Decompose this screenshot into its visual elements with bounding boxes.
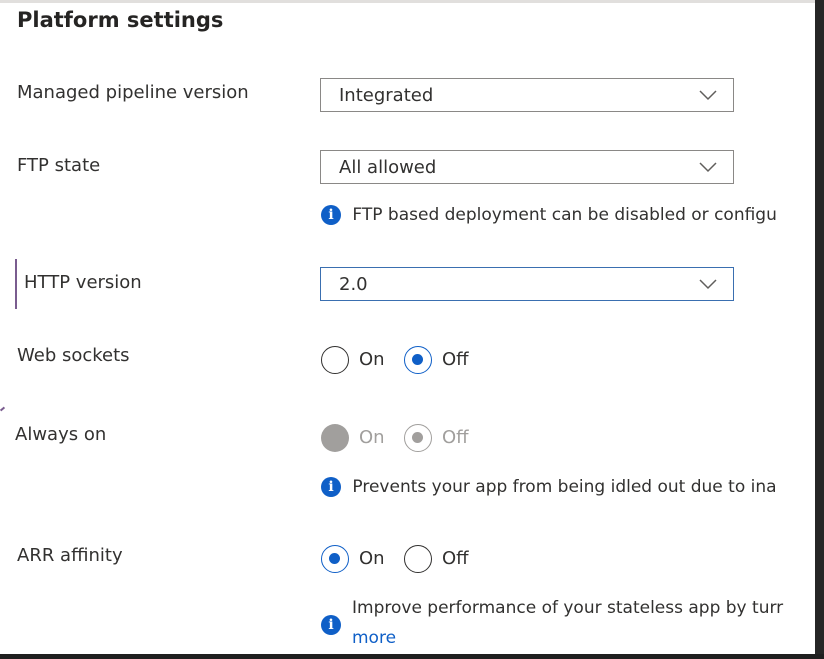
always-on-off-label: Off bbox=[442, 427, 469, 448]
always-on-on-radio bbox=[321, 424, 349, 452]
pipeline-label: Managed pipeline version bbox=[17, 82, 249, 103]
focus-tick bbox=[0, 406, 6, 412]
chevron-down-icon bbox=[699, 162, 717, 173]
info-circle-icon: i bbox=[321, 477, 341, 497]
ftp-label: FTP state bbox=[17, 155, 101, 176]
ftp-value: All allowed bbox=[339, 157, 437, 178]
chevron-down-icon bbox=[699, 279, 717, 290]
pipeline-dropdown[interactable]: Integrated bbox=[320, 78, 734, 112]
top-border bbox=[0, 0, 824, 3]
always-on-off-radio bbox=[404, 424, 432, 452]
bottom-edge bbox=[0, 654, 824, 659]
websockets-on-label: On bbox=[359, 349, 385, 370]
arr-off-label: Off bbox=[442, 548, 469, 569]
arr-off-radio[interactable] bbox=[404, 545, 432, 573]
ftp-info: i FTP based deployment can be disabled o… bbox=[321, 205, 777, 225]
ftp-dropdown[interactable]: All allowed bbox=[320, 150, 734, 184]
ftp-info-text: FTP based deployment can be disabled or … bbox=[352, 205, 777, 225]
always-on-on-label: On bbox=[359, 427, 385, 448]
websockets-on-radio[interactable] bbox=[321, 346, 349, 374]
focus-indicator bbox=[15, 259, 17, 309]
always-on-label: Always on bbox=[15, 424, 107, 445]
http-value: 2.0 bbox=[339, 274, 368, 295]
right-edge bbox=[815, 0, 824, 659]
info-circle-icon: i bbox=[321, 205, 341, 225]
always-on-info-text: Prevents your app from being idled out d… bbox=[352, 477, 777, 497]
arr-info-icon-wrap: i bbox=[321, 614, 341, 635]
arr-on-label: On bbox=[359, 548, 385, 569]
page-title: Platform settings bbox=[17, 8, 224, 32]
learn-more-link[interactable]: more bbox=[352, 628, 396, 648]
arr-info-text: Improve performance of your stateless ap… bbox=[352, 598, 784, 618]
websockets-label: Web sockets bbox=[17, 345, 130, 366]
websockets-off-radio[interactable] bbox=[404, 346, 432, 374]
arr-on-radio[interactable] bbox=[321, 545, 349, 573]
info-circle-icon: i bbox=[321, 614, 341, 635]
websockets-off-label: Off bbox=[442, 349, 469, 370]
pipeline-value: Integrated bbox=[339, 85, 434, 106]
chevron-down-icon bbox=[699, 90, 717, 101]
http-dropdown[interactable]: 2.0 bbox=[320, 267, 734, 301]
always-on-info: i Prevents your app from being idled out… bbox=[321, 477, 777, 497]
arr-label: ARR affinity bbox=[17, 545, 123, 566]
http-label: HTTP version bbox=[24, 272, 142, 293]
